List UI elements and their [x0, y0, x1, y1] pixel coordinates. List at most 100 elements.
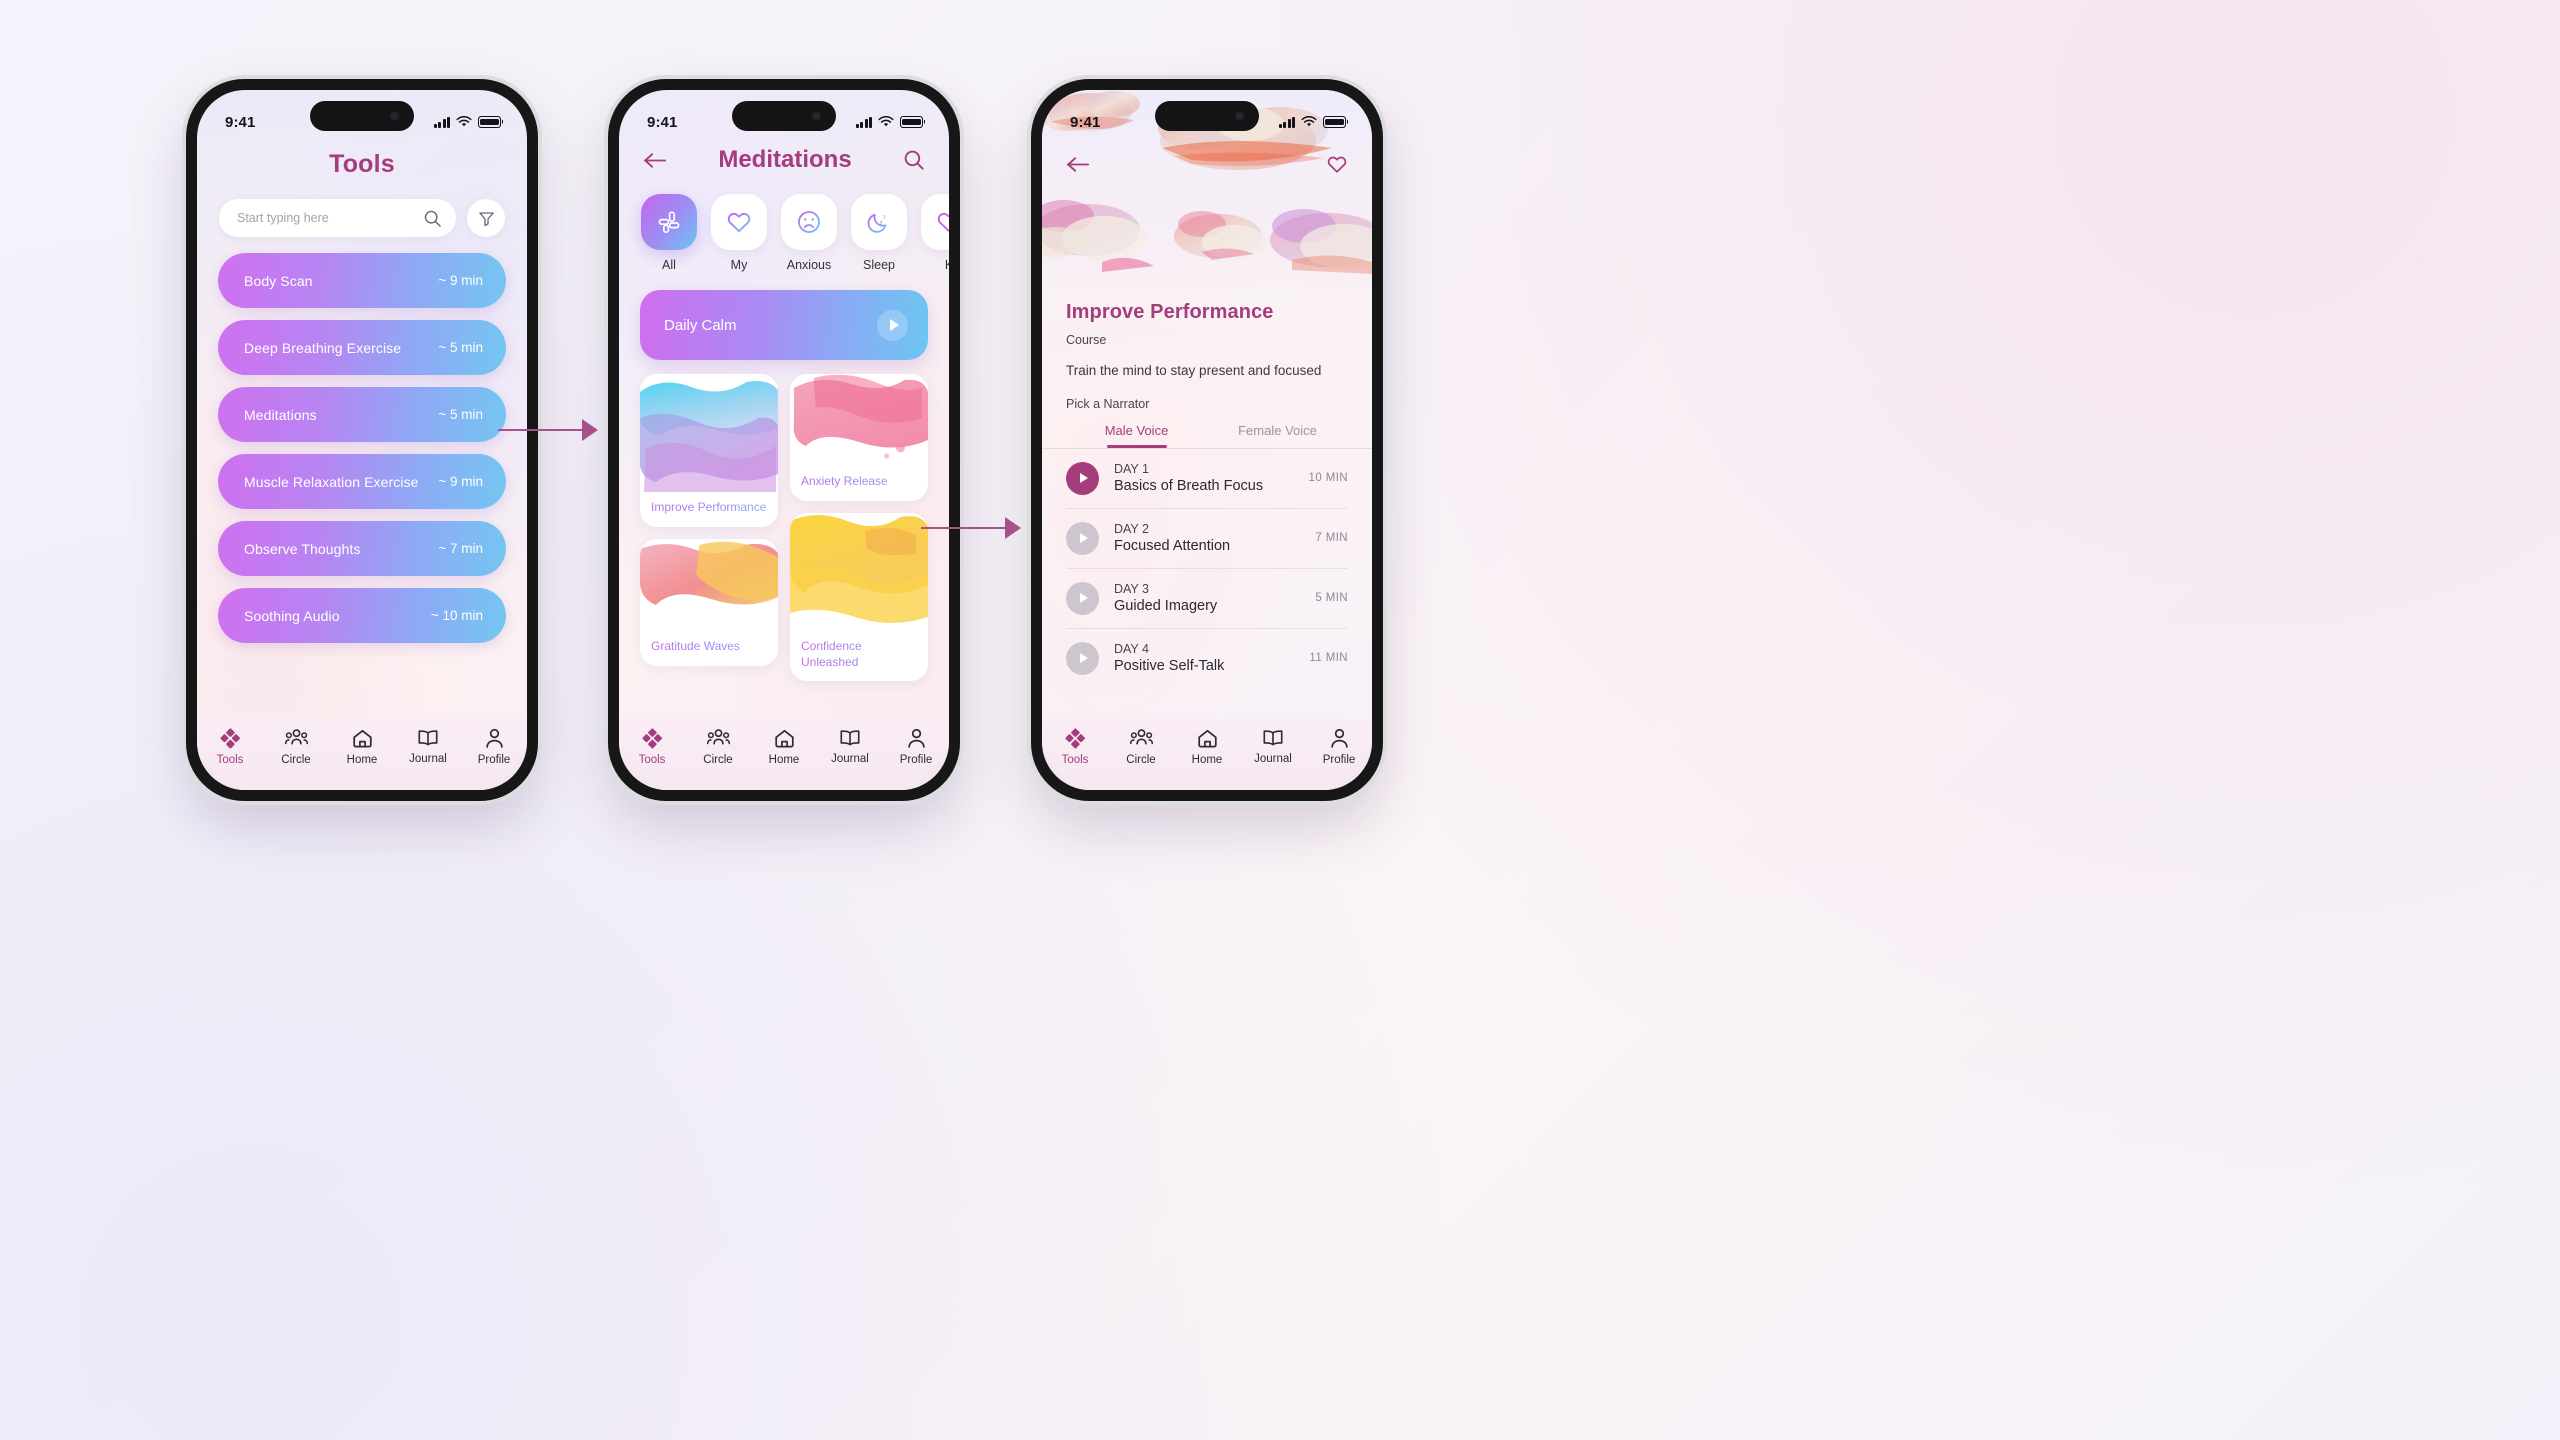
phone-tools: 9:41 Tools Start typing here Body Scan ~…	[186, 79, 538, 801]
tool-item[interactable]: Soothing Audio ~ 10 min	[218, 588, 506, 643]
day-number: DAY 2	[1114, 522, 1149, 537]
search-input[interactable]	[237, 211, 423, 225]
day-row[interactable]: DAY 3 Guided Imagery 5 MIN	[1066, 569, 1348, 629]
tab-journal[interactable]: Journal	[399, 728, 457, 765]
play-icon[interactable]	[1066, 461, 1099, 495]
meditation-card[interactable]: Anxiety Release	[790, 374, 928, 501]
moon-zzz-icon: z z	[867, 214, 887, 233]
card-artwork	[790, 512, 928, 631]
day-row[interactable]: DAY 2 Focused Attention 7 MIN	[1066, 509, 1348, 569]
tool-item[interactable]: Meditations ~ 5 min	[218, 387, 506, 442]
house-icon	[774, 729, 794, 748]
meditation-card[interactable]: Improve Performance	[640, 374, 778, 527]
tool-item[interactable]: Muscle Relaxation Exercise ~ 9 min	[218, 454, 506, 509]
tool-item[interactable]: Observe Thoughts ~ 7 min	[218, 521, 506, 576]
screen-course: 9:41 Improve Performance Course Train th…	[1042, 90, 1372, 790]
filter-button[interactable]	[467, 199, 505, 237]
card-label: Confidence Unleashed	[790, 631, 928, 682]
day-number: DAY 4	[1114, 642, 1149, 657]
day-row[interactable]: DAY 1 Basics of Breath Focus 10 MIN	[1066, 449, 1348, 509]
cellular-signal-icon	[1278, 116, 1295, 128]
meditation-card[interactable]: Gratitude Waves	[640, 538, 778, 666]
tab-label: Home	[1191, 754, 1223, 766]
play-icon[interactable]	[1066, 641, 1099, 675]
course-title: Improve Performance	[1066, 301, 1274, 323]
category-my[interactable]: My	[711, 194, 767, 272]
tool-item[interactable]: Deep Breathing Exercise ~ 5 min	[218, 320, 506, 375]
category-strip[interactable]: All My Anxious z z Sleep	[619, 174, 949, 272]
play-icon[interactable]	[877, 309, 908, 341]
tab-profile[interactable]: Profile	[465, 728, 523, 766]
status-bar: 9:41	[197, 90, 527, 140]
tab-profile[interactable]: Profile	[887, 728, 945, 766]
tool-list: Body Scan ~ 9 min Deep Breathing Exercis…	[197, 237, 527, 643]
daily-calm-card[interactable]: Daily Calm	[640, 290, 928, 360]
tab-journal[interactable]: Journal	[1244, 728, 1302, 765]
battery-icon	[900, 116, 923, 128]
tab-label: Profile	[1322, 754, 1356, 766]
tab-journal[interactable]: Journal	[821, 728, 879, 765]
tool-item[interactable]: Body Scan ~ 9 min	[218, 253, 506, 308]
blue-purple-watercolor	[640, 374, 778, 492]
cellular-signal-icon	[433, 116, 450, 128]
search-icon[interactable]	[903, 149, 925, 171]
tab-circle[interactable]: Circle	[689, 728, 747, 766]
card-label: Improve Performance	[640, 492, 778, 527]
card-artwork	[640, 538, 778, 631]
play-icon[interactable]	[1066, 581, 1099, 615]
screen-meditations: 9:41 Meditations All My Anxious z z Slee…	[619, 90, 949, 790]
card-label: Anxiety Release	[790, 466, 928, 501]
daily-calm-label: Daily Calm	[664, 316, 737, 334]
heart-icon[interactable]	[1326, 154, 1348, 174]
wifi-icon	[1301, 116, 1317, 127]
tab-home[interactable]: Home	[333, 728, 391, 766]
category-anxious[interactable]: Anxious	[781, 194, 837, 272]
play-icon[interactable]	[1066, 521, 1099, 555]
tab-profile[interactable]: Profile	[1310, 728, 1368, 766]
people-icon	[706, 729, 730, 745]
category-label: Sleep	[863, 258, 895, 272]
partial-icon	[937, 212, 949, 232]
bottom-tab-bar: Tools Circle Home Journal Profile	[619, 718, 949, 790]
tab-circle[interactable]: Circle	[267, 728, 325, 766]
people-icon	[284, 729, 308, 745]
card-artwork	[790, 374, 928, 466]
svg-text:z: z	[883, 215, 886, 221]
tab-home[interactable]: Home	[755, 728, 813, 766]
day-row[interactable]: DAY 4 Positive Self-Talk 11 MIN	[1066, 629, 1348, 688]
card-artwork	[640, 374, 778, 492]
category-chip[interactable]: z z	[851, 194, 907, 250]
voice-tab-female[interactable]: Female Voice	[1207, 423, 1348, 447]
tool-name: Meditations	[244, 406, 317, 423]
search-row	[197, 179, 527, 237]
tab-tools[interactable]: Tools	[201, 728, 259, 766]
tab-tools[interactable]: Tools	[1046, 728, 1104, 766]
day-title: Positive Self-Talk	[1114, 658, 1225, 675]
pink-watercolor	[790, 374, 928, 466]
category-all[interactable]: All	[641, 194, 697, 272]
tab-tools[interactable]: Tools	[623, 728, 681, 766]
arrow-shaft	[921, 526, 1005, 530]
tool-duration: ~ 10 min	[430, 608, 483, 623]
tab-circle[interactable]: Circle	[1112, 728, 1170, 766]
back-arrow-icon[interactable]	[1066, 156, 1090, 173]
search-box[interactable]	[219, 199, 456, 237]
meditation-card[interactable]: Confidence Unleashed	[790, 512, 928, 682]
category-chip[interactable]	[641, 194, 697, 250]
bottom-tab-bar: Tools Circle Home Journal Profile	[197, 718, 527, 790]
category-chip[interactable]	[781, 194, 837, 250]
day-title: Focused Attention	[1114, 538, 1231, 555]
tab-label: Profile	[899, 754, 933, 766]
category-partial[interactable]: K	[921, 194, 949, 272]
category-chip[interactable]	[921, 194, 949, 250]
day-title: Basics of Breath Focus	[1114, 478, 1264, 495]
status-bar: 9:41	[1042, 90, 1372, 140]
tab-home[interactable]: Home	[1178, 728, 1236, 766]
book-icon	[418, 730, 438, 746]
back-arrow-icon[interactable]	[643, 152, 667, 169]
category-chip[interactable]	[711, 194, 767, 250]
category-sleep[interactable]: z z Sleep	[851, 194, 907, 272]
voice-tab-label: Female Voice	[1238, 423, 1317, 439]
search-icon[interactable]	[423, 209, 442, 228]
voice-tab-male[interactable]: Male Voice	[1066, 423, 1207, 448]
